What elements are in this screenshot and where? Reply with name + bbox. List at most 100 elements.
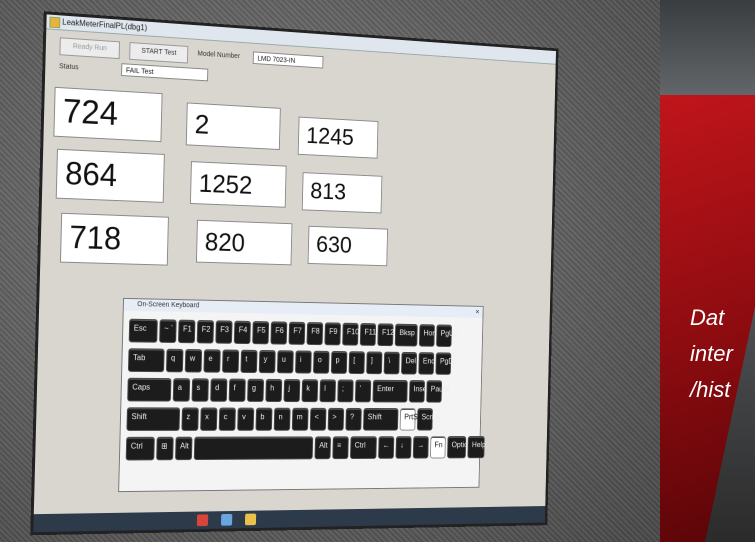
key-f6[interactable]: F6 xyxy=(270,321,288,345)
key-b[interactable]: b xyxy=(255,407,273,431)
key-scrlk[interactable]: ScrLk xyxy=(416,408,439,431)
key-symbol[interactable]: ↓ xyxy=(395,436,412,459)
key-caps[interactable]: Caps xyxy=(127,377,172,402)
key-del[interactable]: Del xyxy=(401,351,418,375)
key-j[interactable]: j xyxy=(283,379,301,403)
key-end[interactable]: End xyxy=(418,352,436,375)
key-ctrl[interactable]: Ctrl xyxy=(349,436,377,460)
key-e[interactable]: e xyxy=(203,349,221,373)
key-f2[interactable]: F2 xyxy=(196,319,215,344)
key-h[interactable]: h xyxy=(265,378,283,403)
ready-run-button[interactable]: Ready Run xyxy=(59,37,121,60)
key-enter[interactable]: Enter xyxy=(372,379,408,403)
key-label: d xyxy=(215,383,220,393)
key-symbol[interactable]: [ xyxy=(348,351,365,375)
key-f10[interactable]: F10 xyxy=(342,322,359,346)
paint-icon[interactable] xyxy=(244,513,257,526)
key-pgdn[interactable]: PgDn xyxy=(435,352,457,375)
key-symbol[interactable]: ~ ` xyxy=(159,319,177,344)
keyboard-row: Esc ~ ` F1 F2 F3 F4 F5 F6 F7 F8 F9 F10 F11 F12 Bksp Hom… xyxy=(128,318,458,348)
key-g[interactable]: g xyxy=(247,378,265,402)
key-c[interactable]: c xyxy=(218,407,236,431)
on-screen-keyboard: On-Screen Keyboard × Esc ~ ` F1 F2 F3 F4 F5 F6 F… xyxy=(118,297,486,493)
folder-icon[interactable] xyxy=(220,513,233,526)
reading-box: 630 xyxy=(307,225,389,267)
key-p[interactable]: p xyxy=(330,350,348,374)
key-y[interactable]: y xyxy=(258,349,276,374)
key-label: < xyxy=(314,412,319,422)
key-symbol[interactable]: < xyxy=(309,407,327,431)
status-field: FAIL Test xyxy=(121,63,209,82)
key-f11[interactable]: F11 xyxy=(359,323,376,346)
key-f12[interactable]: F12 xyxy=(377,323,394,347)
key-f5[interactable]: F5 xyxy=(252,321,270,345)
key-pause[interactable]: Pause xyxy=(426,380,450,403)
key-symbol[interactable]: ← xyxy=(378,436,395,459)
key-shift[interactable]: Shift xyxy=(126,407,181,431)
key-f9[interactable]: F9 xyxy=(324,322,341,346)
key-options[interactable]: Options xyxy=(447,436,475,459)
key-esc[interactable]: Esc xyxy=(128,318,158,343)
key-z[interactable]: z xyxy=(181,407,199,431)
key-w[interactable]: w xyxy=(184,348,203,373)
key-shift[interactable]: Shift xyxy=(363,407,399,431)
key-symbol[interactable]: ? xyxy=(345,407,362,431)
close-icon[interactable]: × xyxy=(475,307,479,318)
key-symbol[interactable]: \ xyxy=(383,351,400,375)
key-symbol[interactable]: ≡ xyxy=(332,436,349,460)
key-t[interactable]: t xyxy=(240,349,258,374)
key-insert[interactable]: Insert xyxy=(408,380,431,403)
key-v[interactable]: v xyxy=(237,407,255,431)
key-label: Tab xyxy=(132,353,146,363)
key-f8[interactable]: F8 xyxy=(306,322,324,346)
key-label: Caps xyxy=(132,382,151,392)
key-i[interactable]: i xyxy=(295,350,312,374)
key-f4[interactable]: F4 xyxy=(233,320,251,345)
key-symbol[interactable]: ; xyxy=(337,379,354,403)
key-f1[interactable]: F1 xyxy=(177,319,196,344)
key-alt[interactable]: Alt xyxy=(314,436,332,460)
key-label: End xyxy=(422,356,436,366)
key-ctrl[interactable]: Ctrl xyxy=(125,436,155,461)
banner-line-3: /hist xyxy=(690,377,731,402)
key-f[interactable]: f xyxy=(228,378,246,402)
key-prtscn[interactable]: PrtScn xyxy=(399,408,425,431)
key-label: ↓ xyxy=(400,440,404,450)
key-n[interactable]: n xyxy=(273,407,291,431)
key-q[interactable]: q xyxy=(165,348,184,373)
key-d[interactable]: d xyxy=(210,378,228,402)
app-launcher-icon[interactable] xyxy=(196,514,209,527)
key-o[interactable]: o xyxy=(312,350,330,374)
key-bksp[interactable]: Bksp xyxy=(394,323,418,347)
key-alt[interactable]: Alt xyxy=(175,436,193,461)
start-test-button[interactable]: START Test xyxy=(129,42,189,64)
model-number-field[interactable]: LMD 7023-IN xyxy=(252,51,324,69)
key-label: p xyxy=(335,355,340,365)
key-label: ; xyxy=(341,384,345,393)
key-label: ScrLk xyxy=(421,412,440,422)
key-home[interactable]: Home xyxy=(418,324,442,347)
key-fn[interactable]: Fn xyxy=(429,436,446,459)
key-symbol[interactable]: > xyxy=(327,407,345,431)
key-symbol[interactable]: ] xyxy=(366,351,383,375)
key-f3[interactable]: F3 xyxy=(215,320,233,344)
key-k[interactable]: k xyxy=(301,379,319,403)
key-a[interactable]: a xyxy=(172,378,191,402)
key-label: Ctrl xyxy=(354,441,366,450)
key-symbol[interactable]: → xyxy=(412,436,429,459)
key-tab[interactable]: Tab xyxy=(127,348,165,373)
key-symbol[interactable]: ⊞ xyxy=(156,436,174,461)
key-l[interactable]: l xyxy=(319,379,337,403)
key-help[interactable]: Help xyxy=(467,436,486,459)
key-s[interactable]: s xyxy=(191,378,209,402)
key-x[interactable]: x xyxy=(200,407,218,431)
key-label: Alt xyxy=(179,441,189,451)
key-f7[interactable]: F7 xyxy=(288,321,306,345)
key-symbol[interactable]: ' xyxy=(354,379,372,403)
key-u[interactable]: u xyxy=(276,350,294,374)
key-pgup[interactable]: PgUp xyxy=(436,324,458,348)
key-m[interactable]: m xyxy=(291,407,309,431)
reading-box: 2 xyxy=(185,102,281,151)
key-space[interactable] xyxy=(193,436,314,461)
key-r[interactable]: r xyxy=(222,349,240,373)
